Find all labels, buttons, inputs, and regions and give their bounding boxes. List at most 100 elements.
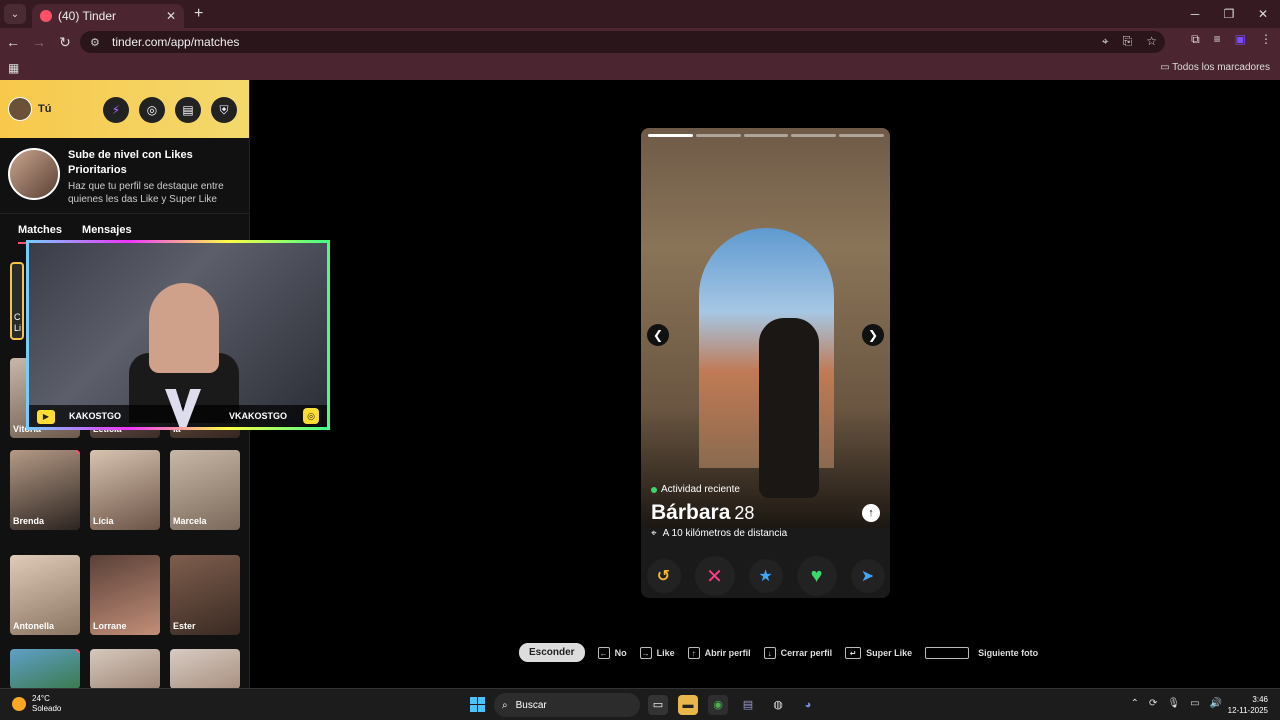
- space-key-icon: [925, 646, 970, 659]
- down-key-icon: ↓: [763, 646, 776, 659]
- search-placeholder: Buscar: [515, 699, 547, 711]
- weather-text: Soleado: [32, 704, 62, 713]
- next-photo-icon[interactable]: ❯: [862, 324, 884, 346]
- shortcut-hints: Esconder ← No → Like ↑ Abrir perfil ↓ Cerrar…: [519, 643, 1046, 662]
- install-app-icon[interactable]: ⎘: [1123, 34, 1133, 49]
- profile-card[interactable]: ❮ ❯ Actividad reciente Bárbara 28 ⌖ A 10 k…: [641, 128, 890, 598]
- reload-button[interactable]: ↻: [52, 34, 78, 51]
- briefcase-icon[interactable]: ▤: [175, 97, 201, 123]
- match-card[interactable]: Marcela: [170, 450, 240, 530]
- hint-super-like: Super Like: [866, 647, 913, 658]
- extensions-icon[interactable]: ⧉: [1191, 32, 1200, 47]
- bookmarks-bar: ▦ ▭ Todos los marcadores: [0, 56, 1280, 80]
- tray-chevron-icon[interactable]: ⌃: [1131, 698, 1139, 709]
- bookmark-star-icon[interactable]: ☆: [1146, 34, 1157, 49]
- file-explorer-icon[interactable]: ▬: [678, 695, 698, 715]
- browser-tab[interactable]: (40) Tinder ✕: [32, 4, 184, 28]
- activity-label: Actividad reciente: [661, 484, 740, 495]
- profile-name: Bárbara 28: [651, 501, 754, 525]
- back-button[interactable]: ←: [0, 34, 26, 50]
- open-profile-icon[interactable]: ↑: [862, 504, 880, 522]
- photo-progress-segment[interactable]: [791, 134, 837, 137]
- partial-card-text: C Li: [14, 312, 22, 333]
- match-card[interactable]: Antonella: [10, 555, 80, 635]
- start-icon[interactable]: [470, 697, 485, 712]
- user-avatar[interactable]: [8, 97, 32, 121]
- photo-progress-bars: [648, 134, 884, 137]
- match-card[interactable]: Lorrane: [90, 555, 160, 635]
- windows-taskbar: 24°C Soleado ⌕ Buscar ▭ ▬ ◉ ▤ ◍ ◕ ⌃ ⟳ 🎙 ▭…: [0, 688, 1280, 720]
- hint-next-photo: Siguiente foto: [978, 647, 1039, 658]
- like-button[interactable]: ♥: [796, 556, 837, 596]
- discord-icon[interactable]: ◕: [798, 695, 818, 715]
- rewind-button[interactable]: ↺: [646, 559, 681, 593]
- site-info-icon[interactable]: ⚙: [90, 36, 102, 49]
- reading-list-icon[interactable]: ≡: [1214, 32, 1221, 47]
- location-icon[interactable]: ⌖: [1102, 34, 1109, 49]
- user-label[interactable]: Tú: [38, 103, 51, 115]
- priority-likes-promo[interactable]: Sube de nivel con Likes Prioritarios Haz…: [0, 138, 249, 214]
- chrome-icon[interactable]: ◉: [708, 695, 728, 715]
- promo-avatar: [8, 148, 60, 200]
- clock[interactable]: 3:46 12-11-2025: [1228, 694, 1268, 716]
- photo-progress-segment[interactable]: [695, 134, 741, 137]
- match-card[interactable]: [90, 649, 160, 688]
- restore-button[interactable]: ❐: [1212, 0, 1246, 28]
- hide-shortcuts-button[interactable]: Esconder: [519, 643, 585, 662]
- location-pin-icon: ⌖: [651, 528, 657, 539]
- taskbar-search[interactable]: ⌕ Buscar: [494, 693, 640, 717]
- app-icon[interactable]: ▤: [738, 695, 758, 715]
- volume-icon[interactable]: 🔊: [1210, 698, 1222, 709]
- browser-tab-bar: ⌄ (40) Tinder ✕ + ─ ❐ ✕: [0, 0, 1280, 28]
- photo-progress-segment[interactable]: [743, 134, 789, 137]
- match-card-partial[interactable]: C Li: [10, 262, 24, 340]
- send-message-button[interactable]: ➤: [850, 559, 885, 593]
- right-key-icon: →: [639, 646, 652, 659]
- menu-icon[interactable]: ⋮: [1260, 32, 1272, 47]
- profile-icon[interactable]: ▣: [1235, 32, 1246, 47]
- match-card[interactable]: [10, 649, 80, 688]
- task-view-icon[interactable]: ▭: [648, 695, 668, 715]
- sync-icon[interactable]: ⟳: [1149, 698, 1157, 709]
- all-bookmarks-link[interactable]: ▭ Todos los marcadores: [1160, 62, 1270, 73]
- name-text: Bárbara: [651, 501, 731, 524]
- profile-photo[interactable]: [641, 128, 890, 528]
- boost-icon[interactable]: ⚡: [103, 97, 129, 123]
- weather-temp: 24°C: [32, 694, 50, 703]
- shield-icon[interactable]: ⛨: [211, 97, 237, 123]
- microphone-icon[interactable]: 🎙: [1167, 698, 1180, 709]
- match-name: Lícia: [93, 516, 114, 526]
- hint-like: Like: [656, 647, 675, 658]
- new-match-dot: [76, 649, 80, 653]
- apps-grid-icon[interactable]: ▦: [8, 61, 19, 75]
- photo-progress-segment[interactable]: [839, 134, 884, 137]
- minimize-button[interactable]: ─: [1178, 0, 1212, 28]
- hint-close-profile: Cerrar perfil: [780, 647, 833, 658]
- photo-progress-segment[interactable]: [648, 134, 693, 137]
- obs-icon[interactable]: ◍: [768, 695, 788, 715]
- match-card[interactable]: Brenda: [10, 450, 80, 530]
- clock-time: 3:46: [1252, 695, 1268, 704]
- prev-photo-icon[interactable]: ❮: [647, 324, 669, 346]
- display-icon[interactable]: ▭: [1190, 698, 1199, 709]
- nope-button[interactable]: ✕: [694, 556, 735, 596]
- match-card[interactable]: Ester: [170, 555, 240, 635]
- promo-subtitle: Haz que tu perfil se destaque entre quie…: [68, 181, 224, 205]
- weather-widget[interactable]: 24°C Soleado: [12, 694, 61, 714]
- webcam-overlay: KAKOSTGO VKAKOSTGO ▶ ◎: [26, 240, 330, 430]
- match-card[interactable]: Lícia: [90, 450, 160, 530]
- super-like-button[interactable]: ★: [748, 559, 783, 593]
- address-toolbar: ← → ↻ ⚙ tinder.com/app/matches ⌖ ⎘ ☆ ⧉ ≡…: [0, 28, 1280, 56]
- tab-search-button[interactable]: ⌄: [4, 4, 26, 24]
- match-card[interactable]: [170, 649, 240, 688]
- promo-title: Sube de nivel con Likes Prioritarios: [68, 149, 193, 176]
- enter-key-icon: ↵: [845, 646, 862, 659]
- close-tab-icon[interactable]: ✕: [166, 9, 176, 23]
- new-tab-button[interactable]: +: [194, 5, 203, 23]
- explore-icon[interactable]: ◎: [139, 97, 165, 123]
- webcam-person-head: [149, 283, 219, 373]
- close-window-button[interactable]: ✕: [1246, 0, 1280, 28]
- online-dot-icon: [651, 486, 657, 493]
- forward-button[interactable]: →: [26, 34, 52, 50]
- address-bar[interactable]: ⚙ tinder.com/app/matches ⌖ ⎘ ☆: [80, 31, 1165, 53]
